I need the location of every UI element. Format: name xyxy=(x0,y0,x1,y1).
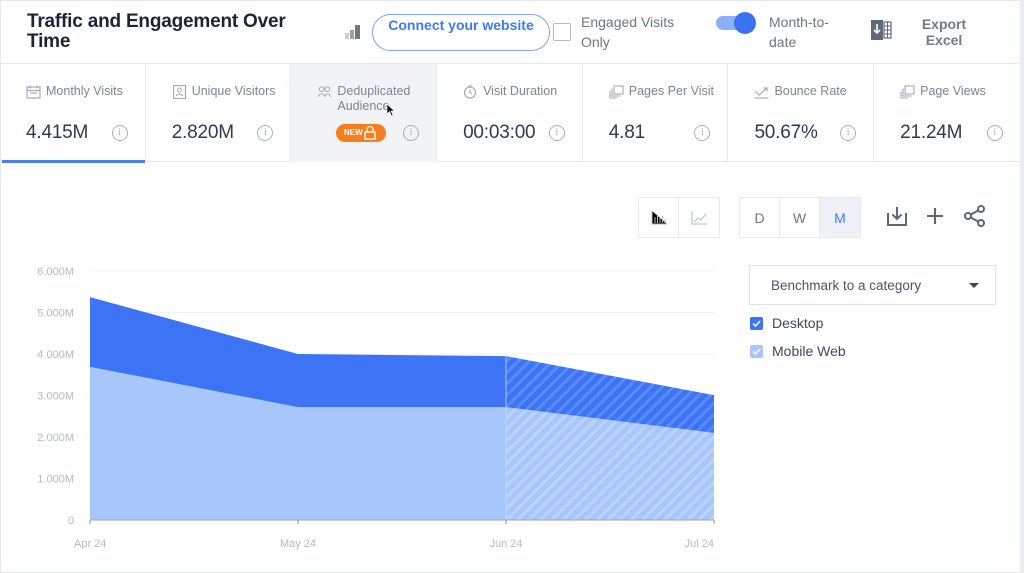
metric-tab-visit-duration[interactable]: Visit Duration 00:03:00 i xyxy=(437,64,583,162)
users-icon xyxy=(317,86,332,97)
x-tick-label: May 24 xyxy=(280,538,316,550)
line-chart-icon xyxy=(691,210,707,224)
metric-value: 2.820M xyxy=(171,122,234,143)
metric-value: 00:03:00 xyxy=(463,122,536,143)
check-icon xyxy=(752,348,761,356)
metric-label: Pages Per Visit xyxy=(628,84,714,98)
x-tick-label: Jul 24 xyxy=(685,538,714,550)
y-tick-label: 4.000M xyxy=(37,349,74,361)
metric-value: 50.67% xyxy=(754,122,818,143)
new-badge-label: NEW xyxy=(344,128,363,137)
bounce-icon xyxy=(754,87,769,99)
check-icon xyxy=(752,320,761,328)
desktop-checkbox[interactable] xyxy=(750,317,763,330)
benchmark-dropdown-label: Benchmark to a category xyxy=(771,278,922,293)
traffic-area-chart: 0 1.000M 2.000M 3.000M 4.000M 5.000M 6.000M Apr… xyxy=(37,266,715,550)
share-icon[interactable] xyxy=(963,204,987,228)
clock-icon xyxy=(463,85,477,99)
bars-icon xyxy=(345,25,360,39)
pages-icon xyxy=(609,85,624,99)
y-tick-label: 0 xyxy=(68,515,74,527)
calendar-icon xyxy=(26,85,41,99)
metric-tab-bounce-rate[interactable]: Bounce Rate 50.67% i xyxy=(728,64,875,162)
engaged-visits-checkbox[interactable] xyxy=(553,23,571,41)
widget-title: Traffic and Engagement Over Time xyxy=(27,11,286,52)
info-icon[interactable]: i xyxy=(694,125,711,141)
info-icon[interactable]: i xyxy=(111,125,128,141)
info-icon[interactable]: i xyxy=(840,125,857,141)
y-tick-label: 2.000M xyxy=(37,432,74,444)
x-tick-label: Apr 24 xyxy=(74,538,106,550)
metric-label: Unique Visitors xyxy=(191,84,276,98)
y-tick-label: 1.000M xyxy=(37,474,74,486)
widget-header: Traffic and Engagement Over Time Connect… xyxy=(0,0,1020,64)
engaged-visits-label: Engaged Visits Only xyxy=(581,14,675,50)
x-tick-label: Jun 24 xyxy=(489,538,522,550)
toggle-knob xyxy=(734,12,756,34)
caret-down-icon xyxy=(969,283,979,288)
granularity-day-button[interactable]: D xyxy=(740,198,780,237)
info-icon[interactable]: i xyxy=(986,125,1003,141)
connect-website-button[interactable]: Connect your website xyxy=(372,14,550,51)
mobile-web-checkbox[interactable] xyxy=(750,345,763,358)
y-tick-label: 5.000M xyxy=(37,308,74,320)
download-icon[interactable] xyxy=(885,204,909,228)
metric-label: Bounce Rate xyxy=(774,84,847,98)
metric-value: 21.24M xyxy=(900,122,963,143)
y-tick-label: 6.000M xyxy=(37,266,74,278)
export-excel-button[interactable]: Export Excel xyxy=(868,14,978,52)
excel-export-icon xyxy=(871,20,892,40)
granularity-month-button[interactable]: M xyxy=(820,198,860,237)
info-icon[interactable]: i xyxy=(257,125,274,141)
mouse-cursor-icon xyxy=(386,103,396,117)
legend-label: Mobile Web xyxy=(772,343,846,359)
info-icon[interactable]: i xyxy=(403,125,420,141)
metric-tab-deduplicated-audience[interactable]: Deduplicated Audience i xyxy=(291,64,438,162)
line-chart-button[interactable] xyxy=(679,198,719,237)
plus-icon[interactable] xyxy=(923,204,947,228)
month-to-date-toggle[interactable] xyxy=(716,12,756,34)
info-icon[interactable]: i xyxy=(548,125,565,141)
granularity-switcher: D W M xyxy=(739,197,861,238)
metric-label: Page Views xyxy=(920,84,986,98)
metric-tab-unique-visitors[interactable]: Unique Visitors 2.820M i xyxy=(146,64,292,162)
legend-label: Desktop xyxy=(772,315,824,331)
granularity-week-button[interactable]: W xyxy=(780,198,820,237)
metric-label: Deduplicated Audience xyxy=(337,84,411,113)
pages-icon xyxy=(900,85,915,99)
user-card-icon xyxy=(172,85,186,99)
metric-tab-page-views[interactable]: Page Views 21.24M i xyxy=(874,64,1020,162)
month-to-date-label: Month-to-date xyxy=(769,14,829,50)
metric-tab-pages-per-visit[interactable]: Pages Per Visit 4.81 i xyxy=(583,64,729,162)
bar-chart-button[interactable] xyxy=(639,198,679,237)
metric-label: Monthly Visits xyxy=(46,84,123,98)
metric-tab-monthly-visits[interactable]: Monthly Visits 4.415M i xyxy=(0,64,146,163)
metrics-tabs: Monthly Visits 4.415M i Unique Visitors … xyxy=(0,64,1020,163)
bar-chart-icon xyxy=(651,210,667,224)
export-excel-label: Export Excel xyxy=(921,16,967,48)
benchmark-category-dropdown[interactable]: Benchmark to a category xyxy=(749,265,996,305)
y-tick-label: 3.000M xyxy=(37,391,74,403)
lock-icon xyxy=(364,126,376,140)
metric-value: 4.81 xyxy=(608,122,645,143)
metric-value: 4.415M xyxy=(26,122,89,143)
new-badge: NEW xyxy=(336,124,386,142)
metric-label: Visit Duration xyxy=(483,84,558,98)
chart-type-switcher xyxy=(638,197,720,238)
